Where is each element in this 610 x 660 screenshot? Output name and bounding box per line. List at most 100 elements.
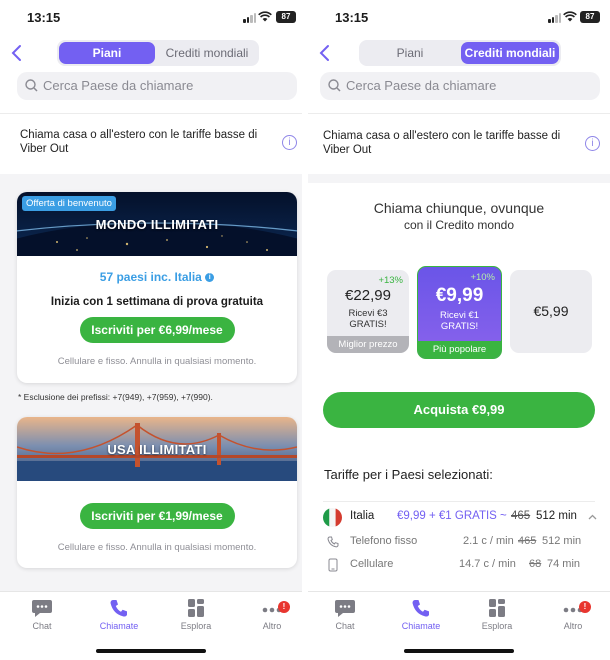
- tab-label: Chiamate: [99, 621, 139, 631]
- rate-old: 465: [518, 535, 537, 547]
- tab-label: Chat: [32, 621, 52, 631]
- credit-option-9[interactable]: +10% €9,99 Ricevi €1 GRATIS! Più popolar…: [417, 266, 502, 359]
- status-bar: 13:15 87: [308, 0, 610, 36]
- countries-link[interactable]: 57 paesi inc. Italia i: [17, 270, 297, 284]
- headline-2: con il Credito mondo: [403, 218, 515, 232]
- bonus-percent: +13%: [378, 275, 403, 286]
- status-bar: 13:15 87: [0, 0, 302, 36]
- tab-explore[interactable]: Esplora: [467, 598, 527, 631]
- most-popular-label: Più popolare: [418, 341, 501, 358]
- tab-label: Chat: [335, 621, 355, 631]
- tab-label: Chiamate: [401, 621, 441, 631]
- segmented-control: Piani Crediti mondiali: [57, 40, 259, 66]
- plan-note: Cellulare e fisso. Annulla in qualsiasi …: [57, 356, 257, 367]
- tab-world-credits[interactable]: Crediti mondiali: [461, 42, 559, 64]
- tab-label: Esplora: [481, 621, 513, 631]
- banner-world-image: Offerta di benvenuto MONDO ILLIMITATI: [17, 192, 297, 256]
- country-row-italy[interactable]: Italia €9,99 + €1 GRATIS ~ 465 512 min: [308, 506, 610, 528]
- tab-explore[interactable]: Esplora: [166, 598, 226, 631]
- notification-badge: !: [579, 601, 591, 613]
- credit-option-22[interactable]: +13% €22,99 Ricevi €3 GRATIS! Miglior pr…: [327, 270, 409, 353]
- info-text: Chiama casa o all'estero con le tariffe …: [20, 129, 258, 155]
- tab-more[interactable]: ! Altro: [242, 598, 302, 631]
- tab-plans[interactable]: Piani: [59, 42, 155, 64]
- phone-icon: [412, 600, 429, 617]
- tab-label: Altro: [262, 621, 282, 631]
- signal-icon: [243, 13, 256, 23]
- search-icon: [328, 79, 341, 92]
- search-placeholder: Cerca Paese da chiamare: [43, 78, 194, 93]
- credit-bonus-free: GRATIS!: [440, 321, 479, 332]
- plan-title-usa: USA ILLIMITATI: [107, 442, 207, 457]
- credit-price: €5,99: [533, 303, 569, 319]
- chat-icon: [32, 600, 52, 617]
- right-screen: 13:15 87 Piani Crediti mondiali Cerca Pa…: [308, 0, 610, 660]
- rates-title: Tariffe per i Paesi selezionati:: [324, 467, 493, 482]
- tab-plans[interactable]: Piani: [361, 42, 459, 64]
- tab-world-credits[interactable]: Crediti mondiali: [157, 42, 257, 64]
- trial-text: Inizia con 1 settimana di prova gratuita: [50, 296, 264, 308]
- rate-label: Cellulare: [350, 558, 394, 570]
- bonus-percent: +10%: [470, 272, 495, 283]
- phone-icon: [110, 600, 127, 617]
- rate-new: 74 min: [547, 558, 581, 570]
- country-offer: €9,99 + €1 GRATIS ~: [397, 510, 507, 522]
- subscribe-world-button[interactable]: Iscriviti per €6,99/mese: [79, 317, 235, 343]
- search-input[interactable]: Cerca Paese da chiamare: [17, 72, 297, 100]
- landline-phone-icon: [327, 536, 339, 548]
- explore-icon: [188, 599, 204, 617]
- wifi-icon: [258, 11, 272, 22]
- battery-icon: 87: [276, 11, 296, 23]
- home-indicator: [404, 649, 514, 653]
- status-time: 13:15: [335, 10, 369, 25]
- divider: [308, 113, 610, 114]
- plan-card-usa: USA ILLIMITATI Iscriviti per €1,99/mese …: [17, 417, 297, 568]
- headline-1: Chiama chiunque, ovunque: [373, 200, 545, 216]
- country-name: Italia: [350, 510, 375, 522]
- info-icon[interactable]: i: [282, 135, 297, 150]
- section-gap: [308, 174, 610, 183]
- rate-row-mobile: Cellulare 14.7 c / min 68 74 min: [308, 554, 610, 576]
- subscribe-usa-button[interactable]: Iscriviti per €1,99/mese: [79, 503, 235, 529]
- status-time: 13:15: [27, 10, 61, 25]
- banner-usa-image: USA ILLIMITATI: [17, 417, 297, 481]
- rate-value: 14.7 c / min: [459, 558, 516, 570]
- welcome-offer-badge: Offerta di benvenuto: [22, 196, 116, 211]
- tab-calls[interactable]: Chiamate: [89, 598, 149, 631]
- footnote: * Esclusione dei prefissi: +7(949), +7(9…: [18, 392, 213, 402]
- wifi-icon: [563, 11, 577, 22]
- chat-icon: [335, 600, 355, 617]
- info-small-icon: i: [205, 273, 215, 283]
- battery-icon: 87: [580, 11, 600, 23]
- tab-chat[interactable]: Chat: [315, 598, 375, 631]
- search-icon: [25, 79, 38, 92]
- plan-card-usa-body: Iscriviti per €1,99/mese Cellulare e fis…: [17, 481, 297, 553]
- info-icon[interactable]: i: [585, 136, 600, 151]
- back-icon[interactable]: [318, 44, 332, 62]
- left-screen: 13:15 87 Piani Crediti mondiali Cerca Pa…: [0, 0, 302, 660]
- explore-icon: [489, 599, 505, 617]
- new-minutes: 512 min: [536, 510, 577, 522]
- countries-label: 57 paesi inc. Italia: [99, 270, 202, 284]
- rate-old: 68: [529, 558, 542, 570]
- back-icon[interactable]: [10, 44, 24, 62]
- chevron-up-icon[interactable]: [588, 514, 597, 520]
- italy-flag-icon: [323, 508, 342, 527]
- plan-note-usa: Cellulare e fisso. Annulla in qualsiasi …: [57, 542, 257, 553]
- credit-option-5[interactable]: €5,99: [510, 270, 592, 353]
- tab-label: Altro: [563, 621, 583, 631]
- plan-title-world: MONDO ILLIMITATI: [95, 217, 219, 232]
- divider: [323, 501, 595, 502]
- notification-badge: !: [278, 601, 290, 613]
- tab-calls[interactable]: Chiamate: [391, 598, 451, 631]
- info-text: Chiama casa o all'estero con le tariffe …: [323, 130, 561, 156]
- rate-new: 512 min: [542, 535, 582, 547]
- buy-button[interactable]: Acquista €9,99: [323, 392, 595, 428]
- home-indicator: [96, 649, 206, 653]
- tab-chat[interactable]: Chat: [12, 598, 72, 631]
- mobile-phone-icon: [328, 558, 338, 572]
- tab-more[interactable]: ! Altro: [543, 598, 603, 631]
- tab-label: Esplora: [180, 621, 212, 631]
- signal-icon: [548, 13, 561, 23]
- search-input[interactable]: Cerca Paese da chiamare: [320, 72, 600, 100]
